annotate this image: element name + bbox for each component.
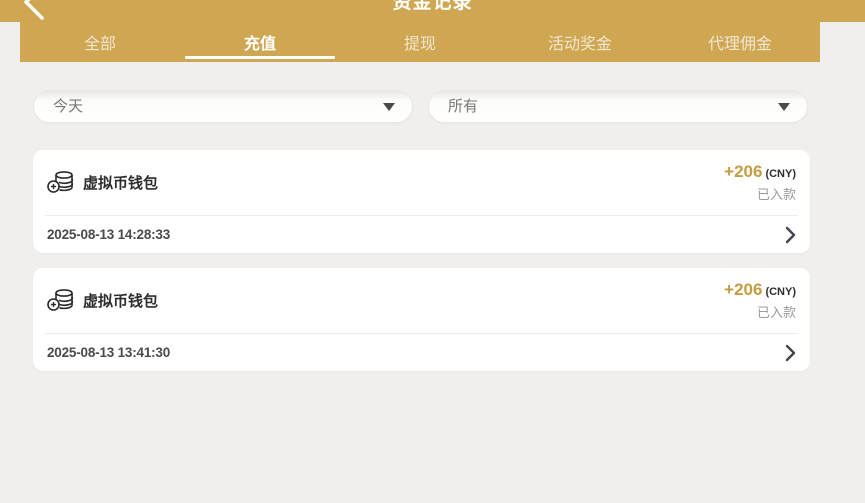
record-card[interactable]: 虚拟币钱包 +206(CNY) 已入款 2025-08-13 14:28:33 bbox=[33, 150, 810, 253]
amount-value: +206 bbox=[724, 280, 762, 299]
tab-withdraw[interactable]: 提现 bbox=[340, 22, 500, 62]
status-label: 已入款 bbox=[724, 304, 796, 321]
amount-block: +206(CNY) 已入款 bbox=[724, 162, 796, 203]
tab-agent-commission-label: 代理佣金 bbox=[708, 30, 772, 54]
date-filter-select[interactable]: 今天 bbox=[33, 90, 413, 123]
record-card[interactable]: 虚拟币钱包 +206(CNY) 已入款 2025-08-13 13:41:30 bbox=[33, 268, 810, 371]
coins-plus-icon bbox=[47, 170, 74, 195]
page-title: 资金记录 bbox=[0, 0, 865, 14]
wallet-name: 虚拟币钱包 bbox=[83, 172, 158, 193]
amount-block: +206(CNY) 已入款 bbox=[724, 280, 796, 321]
record-card-bottom: 2025-08-13 14:28:33 bbox=[47, 216, 796, 253]
amount-value: +206 bbox=[724, 162, 762, 181]
record-timestamp: 2025-08-13 13:41:30 bbox=[47, 345, 170, 360]
active-tab-underline bbox=[185, 56, 335, 59]
tab-activity-bonus-label: 活动奖金 bbox=[548, 30, 612, 54]
tab-recharge-label: 充值 bbox=[244, 30, 276, 54]
tab-recharge[interactable]: 充值 bbox=[180, 22, 340, 62]
tab-activity-bonus[interactable]: 活动奖金 bbox=[500, 22, 660, 62]
caret-down-icon bbox=[778, 103, 790, 111]
record-card-top: 虚拟币钱包 +206(CNY) 已入款 bbox=[33, 268, 810, 333]
tab-bar: 全部 充值 提现 活动奖金 代理佣金 bbox=[20, 22, 820, 62]
chevron-right-icon[interactable] bbox=[785, 226, 796, 244]
type-filter-select[interactable]: 所有 bbox=[428, 90, 808, 123]
caret-down-icon bbox=[383, 103, 395, 111]
currency-label: (CNY) bbox=[765, 286, 796, 298]
status-label: 已入款 bbox=[724, 186, 796, 203]
record-card-bottom: 2025-08-13 13:41:30 bbox=[47, 334, 796, 371]
currency-label: (CNY) bbox=[765, 168, 796, 180]
tab-agent-commission[interactable]: 代理佣金 bbox=[660, 22, 820, 62]
type-filter-value: 所有 bbox=[448, 91, 478, 122]
header-bar: 资金记录 bbox=[0, 0, 865, 22]
tab-all[interactable]: 全部 bbox=[20, 22, 180, 62]
record-timestamp: 2025-08-13 14:28:33 bbox=[47, 227, 170, 242]
date-filter-value: 今天 bbox=[53, 91, 83, 122]
coins-plus-icon bbox=[47, 288, 74, 313]
chevron-right-icon[interactable] bbox=[785, 344, 796, 362]
wallet-name: 虚拟币钱包 bbox=[83, 290, 158, 311]
record-card-top: 虚拟币钱包 +206(CNY) 已入款 bbox=[33, 150, 810, 215]
tab-withdraw-label: 提现 bbox=[404, 30, 436, 54]
tab-all-label: 全部 bbox=[84, 30, 116, 54]
